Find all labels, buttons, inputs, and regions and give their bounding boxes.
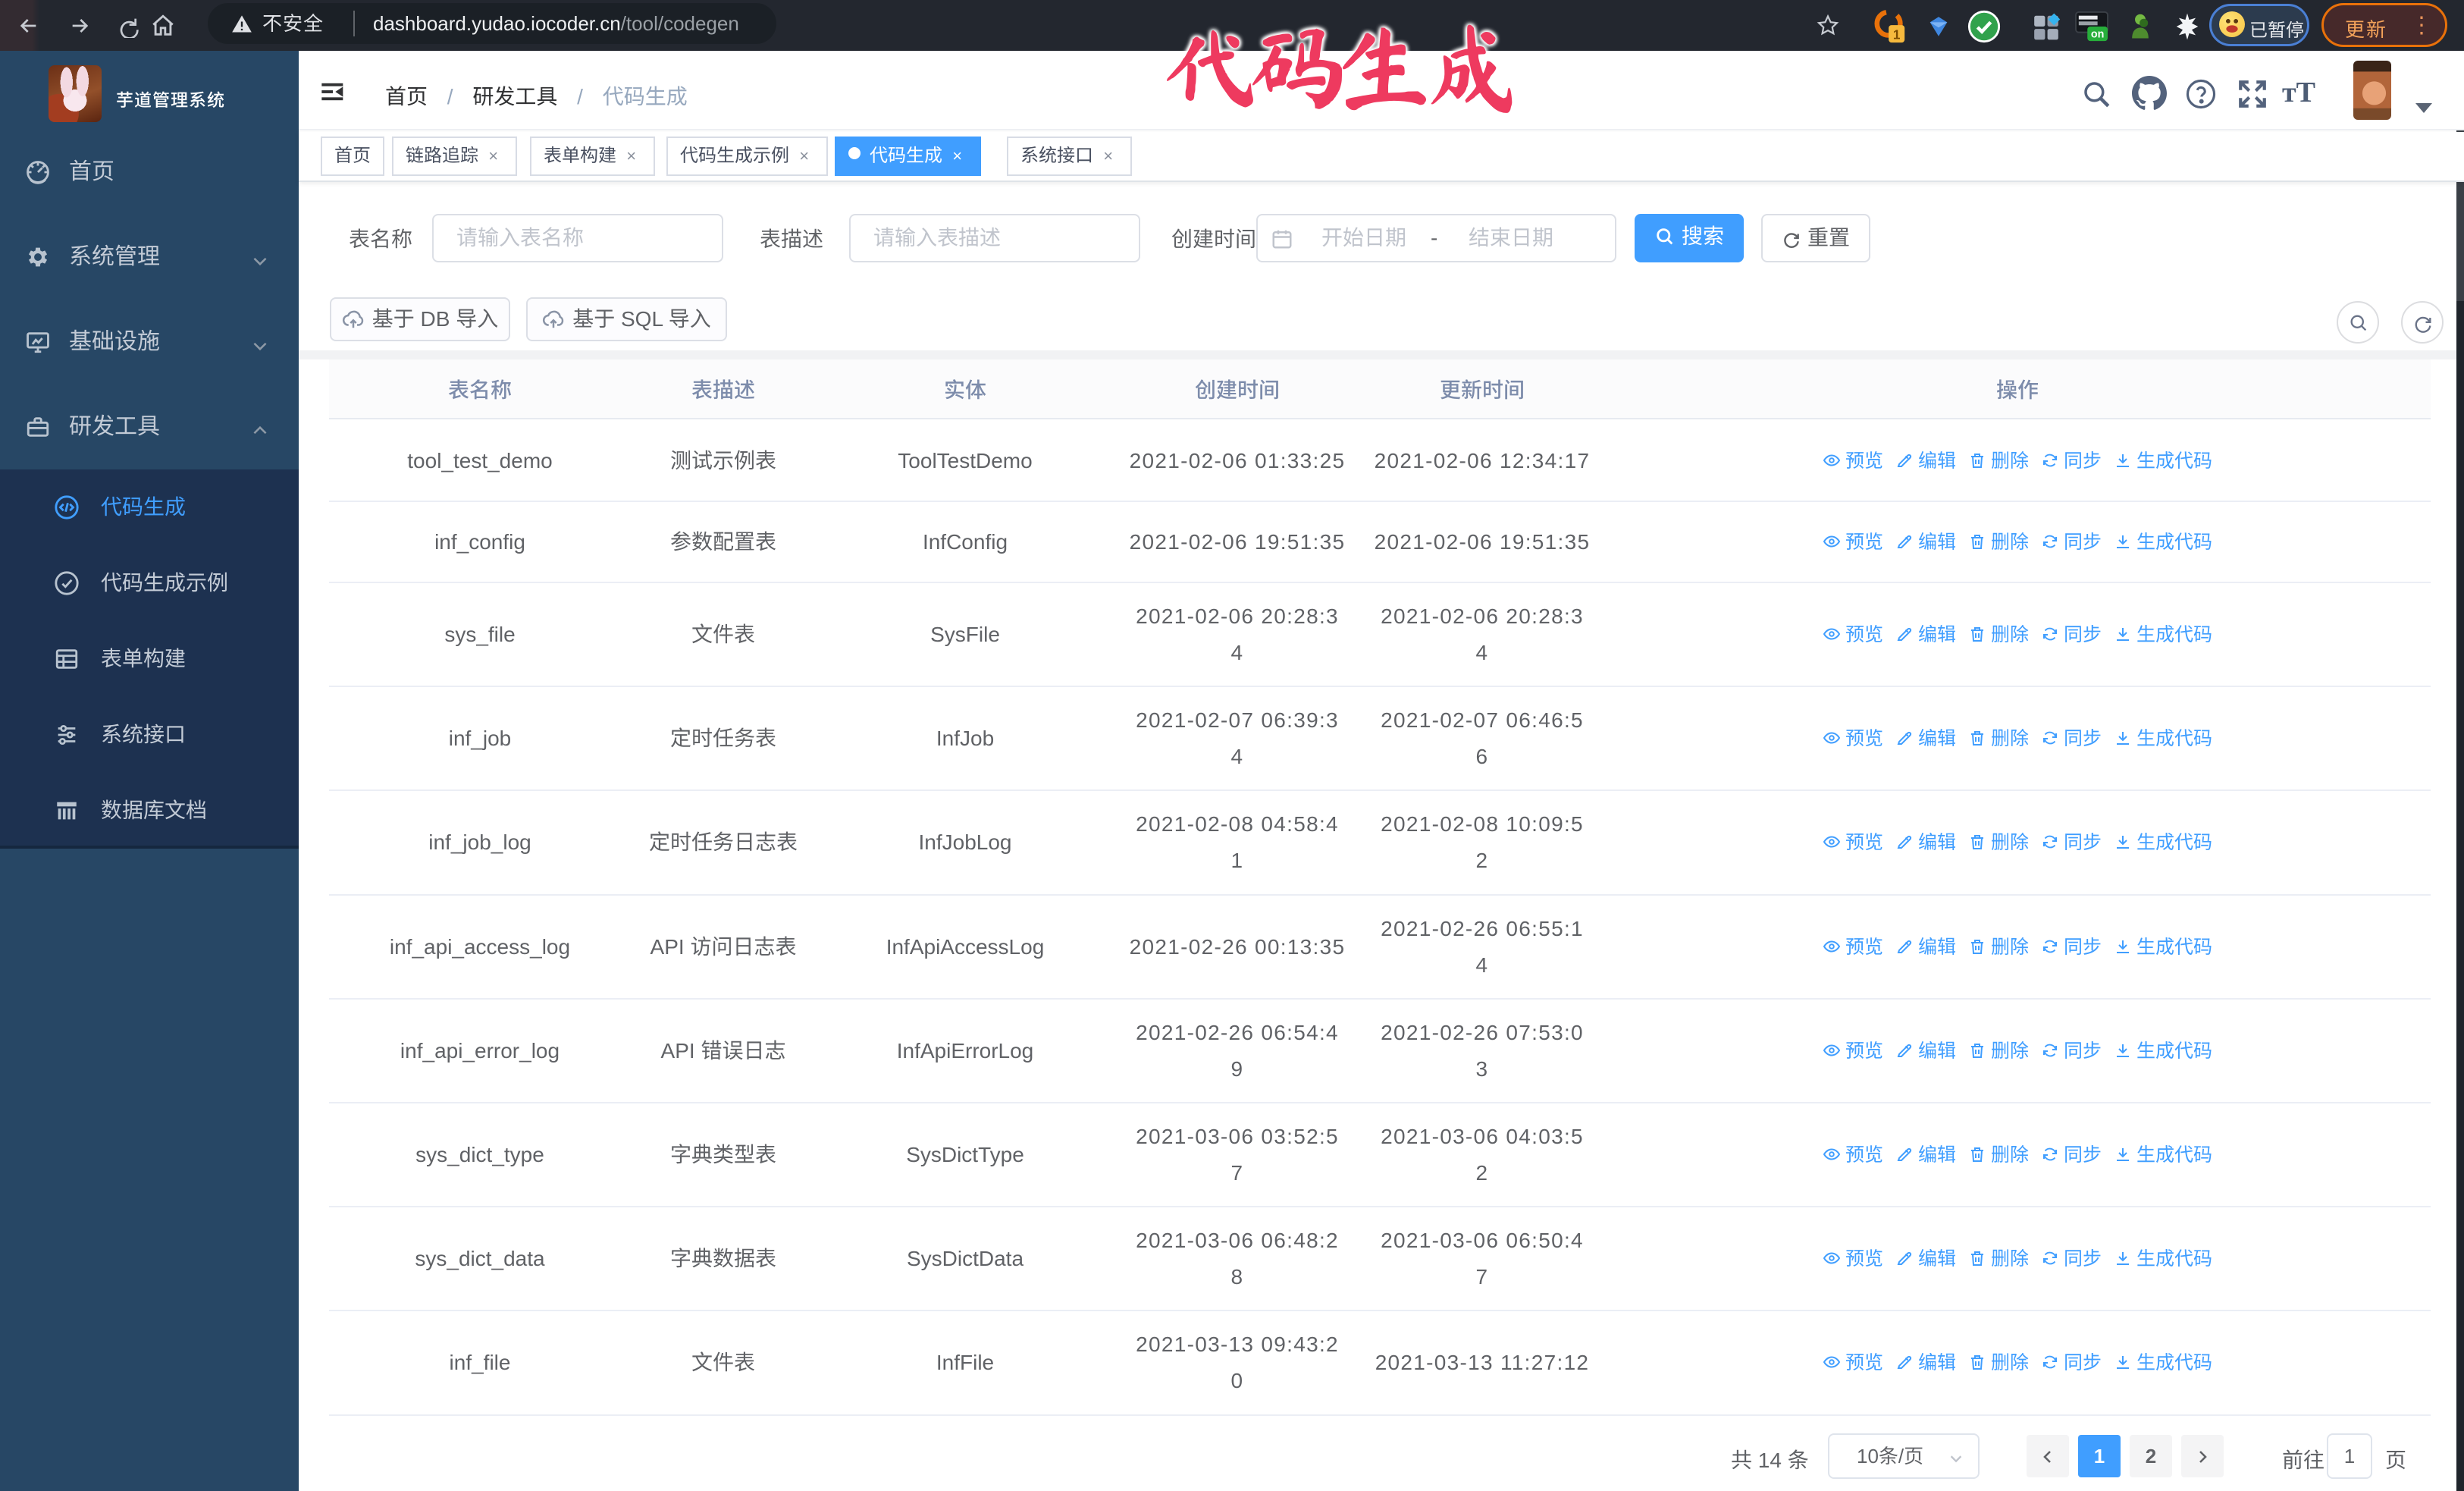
svg-text:1: 1 [1893, 27, 1901, 42]
svg-text:on: on [2091, 29, 2104, 41]
